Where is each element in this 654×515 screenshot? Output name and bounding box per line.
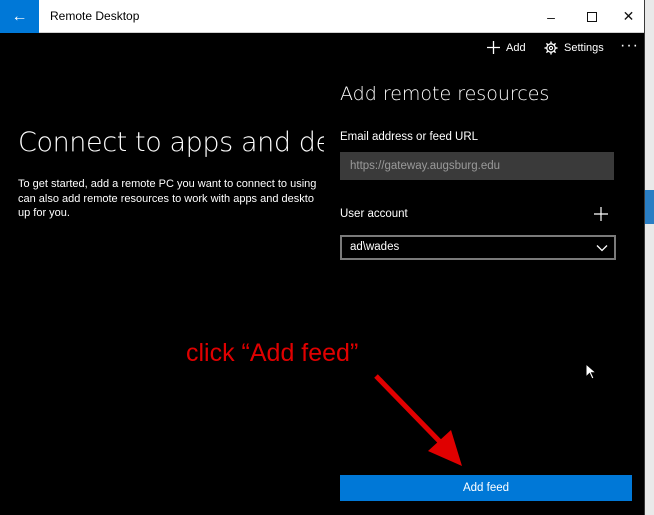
background-accent-bar <box>645 190 654 224</box>
ellipsis-icon: ··· <box>620 37 639 54</box>
command-bar: Add Settings ··· <box>0 33 644 63</box>
minimize-button[interactable]: – <box>531 0 571 33</box>
page-title: Connect to apps and deskt <box>18 127 324 158</box>
more-options-button[interactable]: ··· <box>620 37 639 55</box>
window-title: Remote Desktop <box>50 9 140 23</box>
plus-icon <box>487 41 500 54</box>
minimize-icon: – <box>547 8 555 25</box>
user-account-label: User account <box>340 208 408 220</box>
close-button[interactable]: ✕ <box>612 0 644 33</box>
close-icon: ✕ <box>622 8 635 24</box>
user-account-dropdown[interactable]: ad\wades <box>340 235 616 260</box>
add-label: Add <box>506 41 526 54</box>
instruction-annotation: click “Add feed” <box>186 339 359 367</box>
add-feed-button[interactable]: Add feed <box>340 475 632 501</box>
arrow-left-icon: ← <box>11 7 28 25</box>
remote-desktop-window: ← Remote Desktop – ✕ Add Settings ··· Co… <box>0 0 645 515</box>
chevron-down-icon <box>596 245 608 252</box>
panel-title: Add remote resources <box>340 83 550 105</box>
maximize-button[interactable] <box>572 0 612 33</box>
maximize-icon <box>587 11 597 22</box>
welcome-pane: Connect to apps and deskt To get started… <box>0 63 324 515</box>
plus-icon <box>594 207 608 221</box>
description-line: up for you. <box>18 207 70 219</box>
email-label: Email address or feed URL <box>340 131 479 143</box>
mouse-cursor-icon <box>585 363 597 380</box>
description-line: can also add remote resources to work wi… <box>18 192 314 205</box>
welcome-description: To get started, add a remote PC you want… <box>18 177 324 221</box>
settings-label: Settings <box>564 42 604 54</box>
add-button[interactable]: Add <box>487 41 526 54</box>
title-bar: ← Remote Desktop – ✕ <box>0 0 644 33</box>
add-remote-resources-panel: Add remote resources Email address or fe… <box>324 63 644 515</box>
background-window-strip <box>645 0 654 515</box>
feed-url-input[interactable] <box>340 152 614 180</box>
user-account-value: ad\wades <box>350 241 400 253</box>
add-user-account-button[interactable] <box>594 205 608 225</box>
back-button[interactable]: ← <box>0 0 39 33</box>
settings-button[interactable]: Settings <box>544 41 604 55</box>
gear-icon <box>544 41 558 55</box>
description-line: To get started, add a remote PC you want… <box>18 178 317 190</box>
